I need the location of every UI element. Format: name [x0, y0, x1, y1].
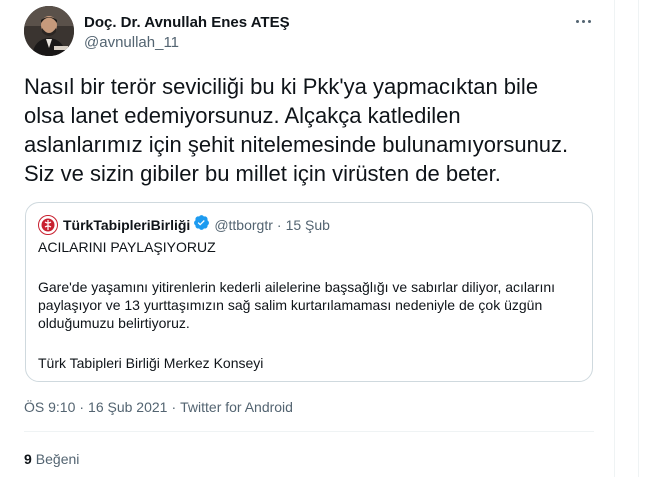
separator-dot: · [171, 399, 177, 415]
tweet-meta: ÖS 9:10 · 16 Şub 2021 · Twitter for Android [24, 398, 293, 416]
quoted-signature: Türk Tabipleri Birliği Merkez Konseyi [38, 355, 264, 371]
right-panel-edge [615, 0, 647, 477]
likes-count: 9 [24, 451, 32, 467]
tweet-date[interactable]: 16 Şub 2021 [88, 399, 167, 415]
quoted-tweet-body: ACILARINI PAYLAŞIYORUZ Gare'de yaşamını … [38, 238, 586, 372]
ttb-logo-icon [38, 214, 58, 235]
quoted-text: Gare'de yaşamını yitirenlerin kederli ai… [38, 279, 556, 331]
quoted-date[interactable]: 15 Şub [286, 216, 330, 234]
more-icon[interactable] [570, 10, 596, 32]
tweet-time[interactable]: ÖS 9:10 [24, 399, 75, 415]
quoted-tweet-header: TürkTabipleriBirliği @ttborgtr · 15 Şub [38, 214, 330, 235]
tweet-text: Nasıl bir terör seviciliği bu ki Pkk'ya … [24, 74, 569, 186]
more-dot [587, 19, 591, 23]
quoted-headline: ACILARINI PAYLAŞIYORUZ [38, 239, 216, 255]
verified-badge-icon [193, 214, 210, 235]
more-dot [575, 19, 579, 23]
author-name[interactable]: Doç. Dr. Avnullah Enes ATEŞ [84, 13, 290, 33]
avatar-photo [24, 6, 74, 56]
author-block: Doç. Dr. Avnullah Enes ATEŞ @avnullah_11 [84, 13, 290, 53]
tweet-detail: Doç. Dr. Avnullah Enes ATEŞ @avnullah_11… [0, 0, 615, 477]
avatar[interactable] [24, 6, 74, 56]
quoted-author-handle[interactable]: @ttborgtr [214, 216, 273, 234]
likes-label: Beğeni [35, 451, 80, 467]
likes-link[interactable]: 9 Beğeni [24, 450, 79, 468]
separator-dot: · [276, 216, 282, 233]
quoted-author-name[interactable]: TürkTabipleriBirliği [63, 216, 190, 234]
divider [638, 0, 639, 477]
separator-dot: · [79, 399, 85, 415]
author-handle[interactable]: @avnullah_11 [84, 33, 290, 53]
quoted-tweet[interactable]: TürkTabipleriBirliği @ttborgtr · 15 Şub … [25, 202, 593, 382]
tweet-source[interactable]: Twitter for Android [180, 399, 293, 415]
more-dot [581, 19, 585, 23]
divider [24, 431, 594, 432]
